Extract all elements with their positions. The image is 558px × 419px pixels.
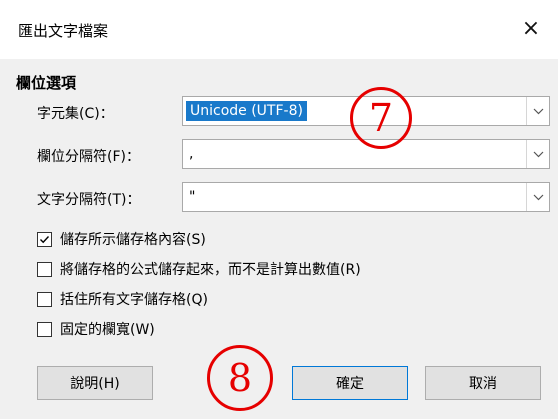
checkbox-save-shown-content[interactable]: 儲存所示儲存格內容(S) [37,229,206,249]
step-7-number: 7 [368,96,394,140]
text-separator-value: " [189,189,196,205]
checkbox-box[interactable] [37,261,52,277]
dialog-title: 匯出文字檔案 [18,22,109,40]
field-separator-label: 欄位分隔符(F)： [37,149,140,165]
field-separator-value: , [189,146,194,162]
chevron-down-icon[interactable] [526,140,549,168]
checkbox-label: 將儲存格的公式儲存起來，而不是計算出數值(R) [60,262,361,278]
cancel-button[interactable]: 取消 [425,366,541,400]
step-7-marker: 7 [350,87,412,149]
charset-label: 字元集(C)： [37,106,114,122]
text-separator-select[interactable]: " [182,182,550,212]
checkbox-label: 括住所有文字儲存格(Q) [60,292,208,308]
charset-value: Unicode (UTF-8) [186,101,307,121]
checkbox-label: 固定的欄寬(W) [60,322,155,338]
field-options-heading: 欄位選項 [16,74,77,92]
title-bar: 匯出文字檔案 × [0,0,558,59]
chevron-down-icon[interactable] [526,183,549,211]
chevron-down-icon[interactable] [526,97,549,125]
export-text-dialog: 匯出文字檔案 × 欄位選項 字元集(C)： Unicode (UTF-8) 欄位… [0,0,558,419]
checkbox-box[interactable] [37,321,52,337]
ok-button[interactable]: 確定 [292,366,408,400]
step-8-marker: 8 [207,345,273,411]
step-8-number: 8 [227,356,253,400]
checkbox-fixed-width[interactable]: 固定的欄寬(W) [37,319,155,339]
close-icon[interactable]: × [514,12,548,46]
help-button[interactable]: 說明(H) [37,366,153,400]
checkbox-quote-all-text[interactable]: 括住所有文字儲存格(Q) [37,289,208,309]
checkbox-save-formulas[interactable]: 將儲存格的公式儲存起來，而不是計算出數值(R) [37,259,361,279]
checkbox-box[interactable] [37,291,52,307]
check-icon[interactable] [37,231,52,247]
checkbox-label: 儲存所示儲存格內容(S) [60,232,206,248]
text-separator-label: 文字分隔符(T)： [37,192,141,208]
